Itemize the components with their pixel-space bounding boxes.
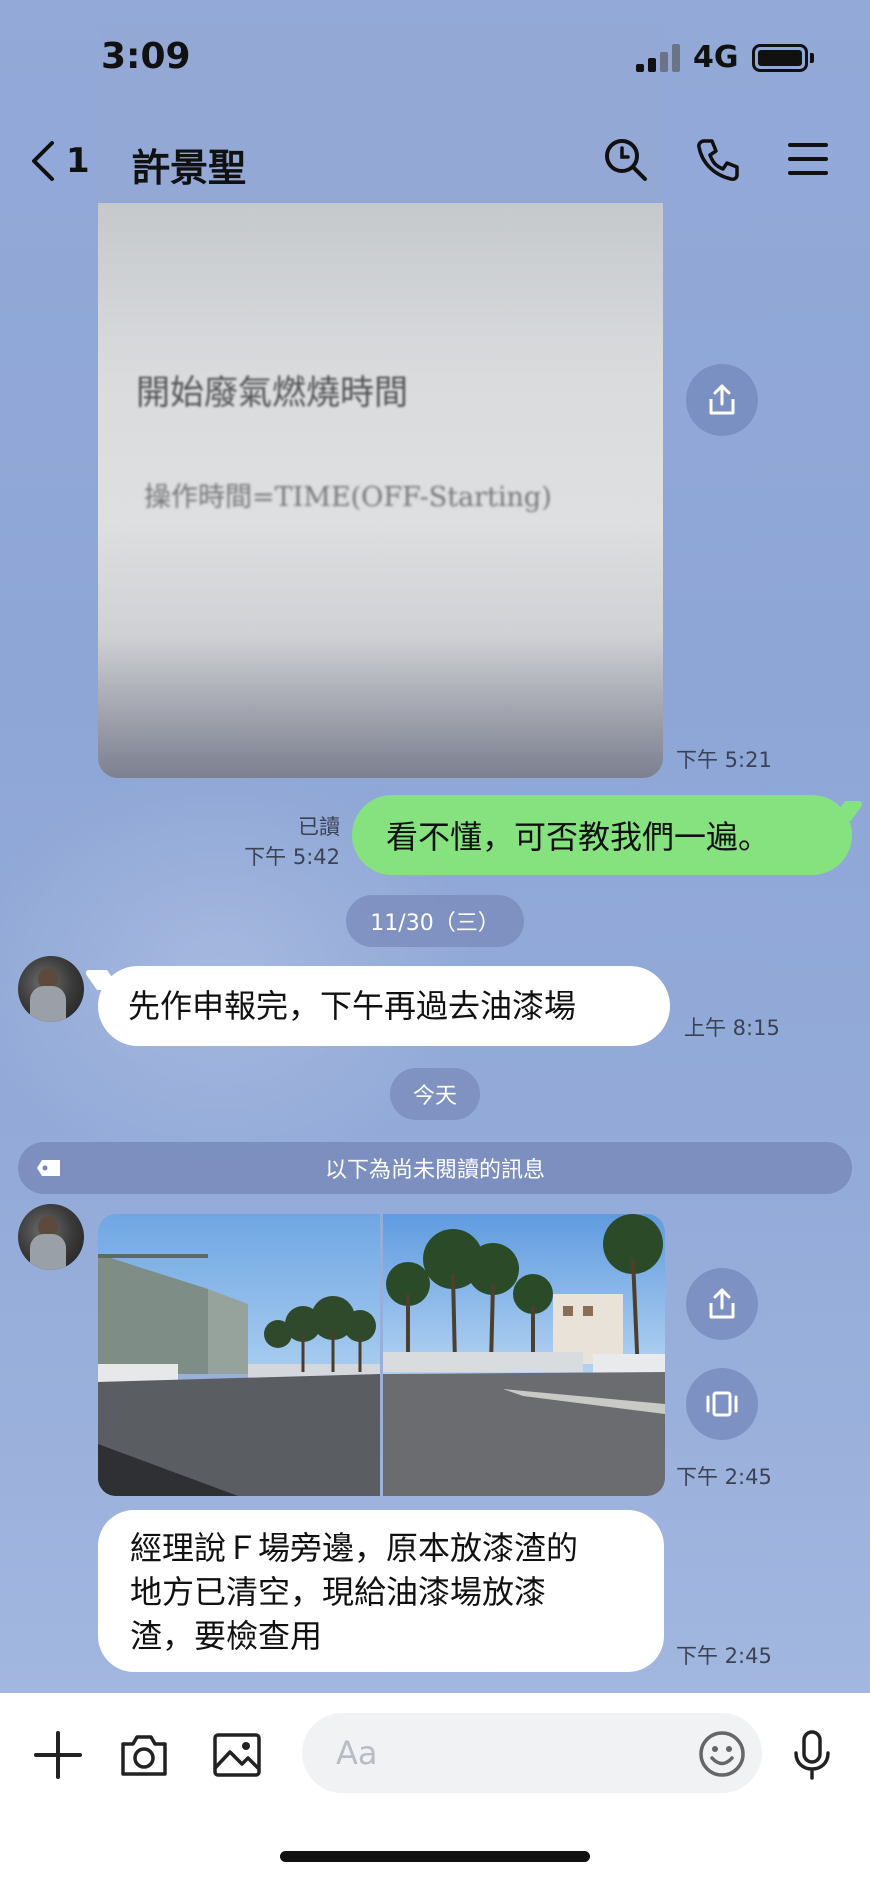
microphone-button[interactable] xyxy=(780,1723,844,1787)
message-time: 下午 5:21 xyxy=(676,748,772,772)
message-time: 上午 8:15 xyxy=(684,1016,780,1040)
search-icon xyxy=(605,139,647,181)
unread-count: 1 xyxy=(66,141,90,181)
camera-icon xyxy=(121,1735,167,1776)
photo-image xyxy=(98,1214,380,1496)
message-time: 下午 2:45 xyxy=(676,1465,772,1489)
search-button[interactable] xyxy=(595,129,655,189)
date-divider-text: 11/30（三） xyxy=(370,911,500,936)
avatar[interactable] xyxy=(18,956,84,1022)
photo-text-line: 開始廢氣燃燒時間 xyxy=(136,373,408,413)
plus-icon xyxy=(34,1731,82,1779)
image-icon xyxy=(213,1733,261,1777)
photo-message-document[interactable]: 開始廢氣燃燒時間 操作時間=TIME(OFF-Starting) xyxy=(98,203,663,778)
gallery-button[interactable] xyxy=(205,1723,269,1787)
unread-divider: 以下為尚未閱讀的訊息 xyxy=(18,1142,852,1194)
photo-message-yard[interactable] xyxy=(383,1214,665,1496)
message-text-line: 渣，要檢查用 xyxy=(130,1617,323,1655)
chat-header: 1 許景聖 xyxy=(0,115,870,205)
status-time: 3:09 xyxy=(101,36,191,77)
message-text: 看不懂，可否教我們一遍。 xyxy=(386,818,771,856)
call-button[interactable] xyxy=(688,129,748,189)
microphone-icon xyxy=(794,1730,830,1780)
unread-divider-text: 以下為尚未閱讀的訊息 xyxy=(324,1158,545,1183)
date-divider: 今天 xyxy=(390,1068,480,1120)
emoji-icon[interactable] xyxy=(697,1729,747,1779)
battery-icon xyxy=(752,44,808,72)
outgoing-message-bubble[interactable]: 看不懂，可否教我們一遍。 xyxy=(352,795,852,875)
date-divider: 11/30（三） xyxy=(346,895,524,947)
message-text-line: 經理說Ｆ場旁邊，原本放漆渣的 xyxy=(130,1529,579,1567)
photo-image xyxy=(383,1214,665,1496)
incoming-message-bubble[interactable]: 經理說Ｆ場旁邊，原本放漆渣的 地方已清空，現給油漆場放漆 渣，要檢查用 xyxy=(98,1510,664,1672)
add-button[interactable] xyxy=(26,1723,90,1787)
chat-title: 許景聖 xyxy=(132,146,247,190)
message-time: 下午 2:45 xyxy=(676,1644,772,1668)
network-label: 4G xyxy=(693,40,739,75)
back-button[interactable]: 1 xyxy=(28,133,90,189)
menu-button[interactable] xyxy=(778,129,838,189)
album-icon xyxy=(706,1391,738,1417)
tag-icon xyxy=(37,1160,60,1176)
album-button[interactable] xyxy=(686,1368,758,1440)
share-button[interactable] xyxy=(686,1268,758,1340)
incoming-message-bubble[interactable]: 先作申報完，下午再過去油漆場 xyxy=(98,966,670,1046)
message-time: 下午 5:42 xyxy=(244,845,340,869)
phone-icon xyxy=(697,139,739,181)
status-bar: 3:09 4G xyxy=(0,0,870,115)
home-indicator xyxy=(280,1851,590,1862)
photo-text-line: 操作時間=TIME(OFF-Starting) xyxy=(144,482,552,513)
read-status: 已讀 xyxy=(298,815,340,839)
read-receipt: 已讀 下午 5:42 xyxy=(244,812,340,872)
chevron-left-icon xyxy=(32,141,54,181)
camera-button[interactable] xyxy=(112,1723,176,1787)
avatar[interactable] xyxy=(18,1204,84,1270)
share-button[interactable] xyxy=(686,364,758,436)
photo-message-warehouse[interactable] xyxy=(98,1214,380,1496)
date-divider-text: 今天 xyxy=(412,1084,457,1109)
signal-icon xyxy=(636,44,680,72)
share-icon xyxy=(709,384,735,415)
hamburger-menu-icon xyxy=(788,143,828,175)
message-input[interactable] xyxy=(302,1713,762,1793)
share-icon xyxy=(709,1288,735,1319)
message-input-bar xyxy=(0,1693,870,1883)
battery-cap xyxy=(810,53,814,63)
message-text: 先作申報完，下午再過去油漆場 xyxy=(128,987,577,1025)
message-text-line: 地方已清空，現給油漆場放漆 xyxy=(130,1573,547,1611)
